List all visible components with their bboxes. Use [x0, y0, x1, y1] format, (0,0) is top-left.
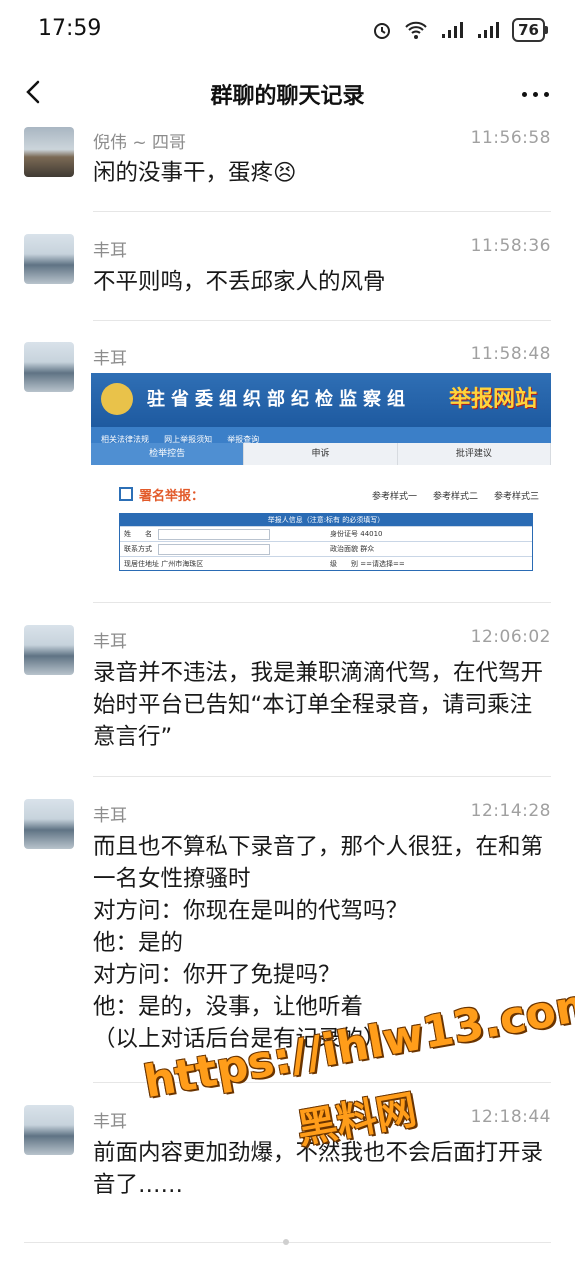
message-text: 闲的没事干，蛋疼😣 — [93, 160, 297, 186]
web-form: 举报人信息（注意:标有 的必须填写） 姓 名 身份证号 44010 联系方式 政… — [119, 513, 533, 571]
web-field-label: 政治面貌 — [330, 545, 358, 553]
wifi-icon — [405, 21, 427, 39]
web-title: 驻省委组织部纪检监察组 — [147, 389, 411, 410]
divider — [93, 776, 551, 777]
web-sample: 参考样式二 — [432, 492, 478, 502]
avatar[interactable] — [24, 234, 74, 284]
web-tab: 检举控告 — [91, 443, 245, 465]
sender-name: 倪伟 ~ 四哥 — [93, 133, 187, 153]
web-tabs: 检举控告 申诉 批评建议 — [91, 443, 551, 465]
avatar[interactable] — [24, 625, 74, 675]
message-time: 12:18:44 — [470, 1107, 551, 1127]
web-field-value: 群众 — [360, 545, 375, 553]
signal-icon-2 — [478, 22, 500, 38]
status-icons: 76 — [372, 16, 548, 44]
image-message[interactable]: 驻省委组织部纪检监察组 举报网站 相关法律法规 网上举报须知 举报查询 检举控告… — [91, 373, 551, 585]
web-field-value: 广州市海珠区 — [161, 560, 204, 568]
web-field-value: 44010 — [360, 530, 383, 538]
status-bar: 17:59 76 — [0, 0, 575, 60]
message-time: 11:56:58 — [470, 128, 551, 148]
more-options-icon[interactable] — [517, 80, 553, 108]
web-field-input — [158, 543, 270, 555]
sender-name: 丰耳 — [93, 241, 127, 261]
sender-name: 丰耳 — [93, 806, 127, 826]
avatar[interactable] — [24, 127, 74, 177]
web-field-label: 现居住地址 — [124, 560, 159, 568]
alarm-icon — [374, 23, 391, 39]
web-sample: 参考样式三 — [493, 492, 539, 502]
web-nav: 相关法律法规 网上举报须知 举报查询 — [91, 427, 551, 444]
web-field-label: 身份证号 — [330, 530, 358, 538]
sender-name: 丰耳 — [93, 349, 127, 369]
web-form-row: 现居住地址 广州市海珠区 级 别 ==请选择== — [120, 556, 532, 571]
divider — [93, 211, 551, 212]
party-emblem-icon — [101, 383, 133, 415]
avatar[interactable] — [24, 342, 74, 392]
web-field-value: ==请选择== — [360, 560, 405, 568]
divider — [93, 602, 551, 603]
web-form-row: 姓 名 身份证号 44010 — [120, 526, 532, 541]
page-title: 群聊的聊天记录 — [210, 84, 365, 109]
web-samples: 参考样式一 参考样式二 参考样式三 — [372, 489, 539, 502]
message-time: 11:58:48 — [470, 344, 551, 364]
battery-icon: 76 — [512, 18, 548, 42]
web-field-label: 联系方式 — [124, 545, 152, 553]
web-header: 驻省委组织部纪检监察组 举报网站 — [91, 373, 551, 427]
web-sample: 参考样式一 — [371, 492, 417, 502]
message-time: 12:06:02 — [470, 627, 551, 647]
web-sign-label: 署名举报： — [119, 485, 204, 504]
nav-bar: 群聊的聊天记录 — [0, 60, 575, 126]
message-time: 12:14:28 — [470, 801, 551, 821]
web-tab: 批评建议 — [398, 443, 551, 465]
divider — [93, 320, 551, 321]
message-time: 11:58:36 — [470, 236, 551, 256]
signal-icon — [442, 22, 464, 38]
avatar[interactable] — [24, 1105, 74, 1155]
sender-name: 丰耳 — [93, 1112, 127, 1132]
avatar[interactable] — [24, 799, 74, 849]
end-dot — [283, 1239, 289, 1245]
sender-name: 丰耳 — [93, 632, 127, 652]
web-field-input — [158, 528, 270, 540]
message-text: 录音并不违法，我是兼职滴滴代驾，在代驾开始时平台已告知“本订单全程录音，请司乘注… — [93, 660, 544, 750]
message-text: 不平则鸣，不丢邱家人的风骨 — [93, 269, 386, 295]
web-tab: 申诉 — [244, 443, 398, 465]
status-time: 17:59 — [38, 16, 102, 41]
web-field-label: 级 别 — [330, 560, 358, 568]
web-form-row: 联系方式 政治面貌 群众 — [120, 541, 532, 556]
web-form-head: 举报人信息（注意:标有 的必须填写） — [120, 514, 532, 526]
web-field-label: 姓 名 — [124, 530, 152, 538]
web-badge: 举报网站 — [448, 387, 537, 412]
